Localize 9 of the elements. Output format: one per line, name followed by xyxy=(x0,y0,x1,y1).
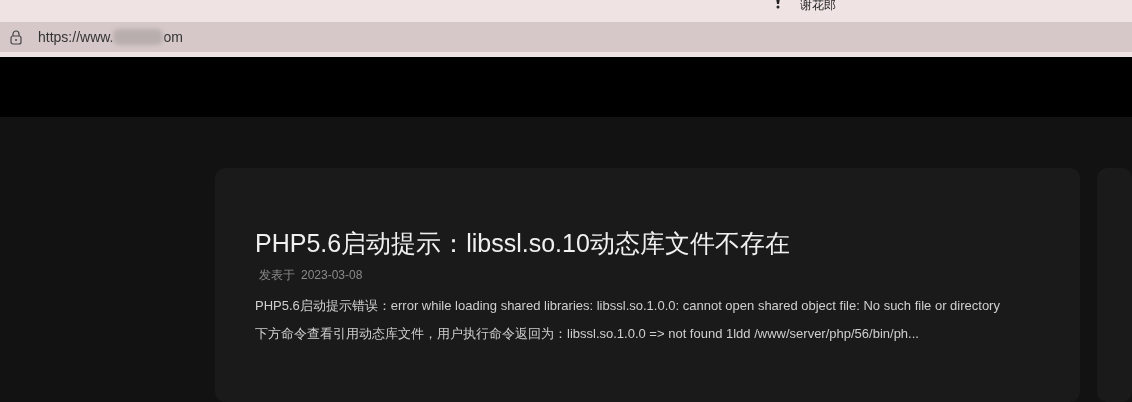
post-excerpt: PHP5.6启动提示错误：error while loading shared libraries: libssl.so.1.0.0: cannot open shared object file: No such file or directory 下方命令查看引用动态库文件，用户执行命令返回为：libssl.so.1.0.0 => not found 1ldd /www/server/php/56/bin/ph... xyxy=(255,297,1000,343)
alert-icon[interactable] xyxy=(774,0,782,9)
meta-label: 发表于 xyxy=(259,267,295,284)
redaction-blur xyxy=(113,29,164,45)
lock-icon xyxy=(10,29,22,45)
post-title[interactable]: PHP5.6启动提示：libssl.so.10动态库文件不存在 xyxy=(255,228,1040,258)
url-text[interactable]: om xyxy=(163,26,183,48)
post-date: 2023-03-08 xyxy=(301,267,363,284)
url-text[interactable]: https://www. xyxy=(38,26,114,48)
